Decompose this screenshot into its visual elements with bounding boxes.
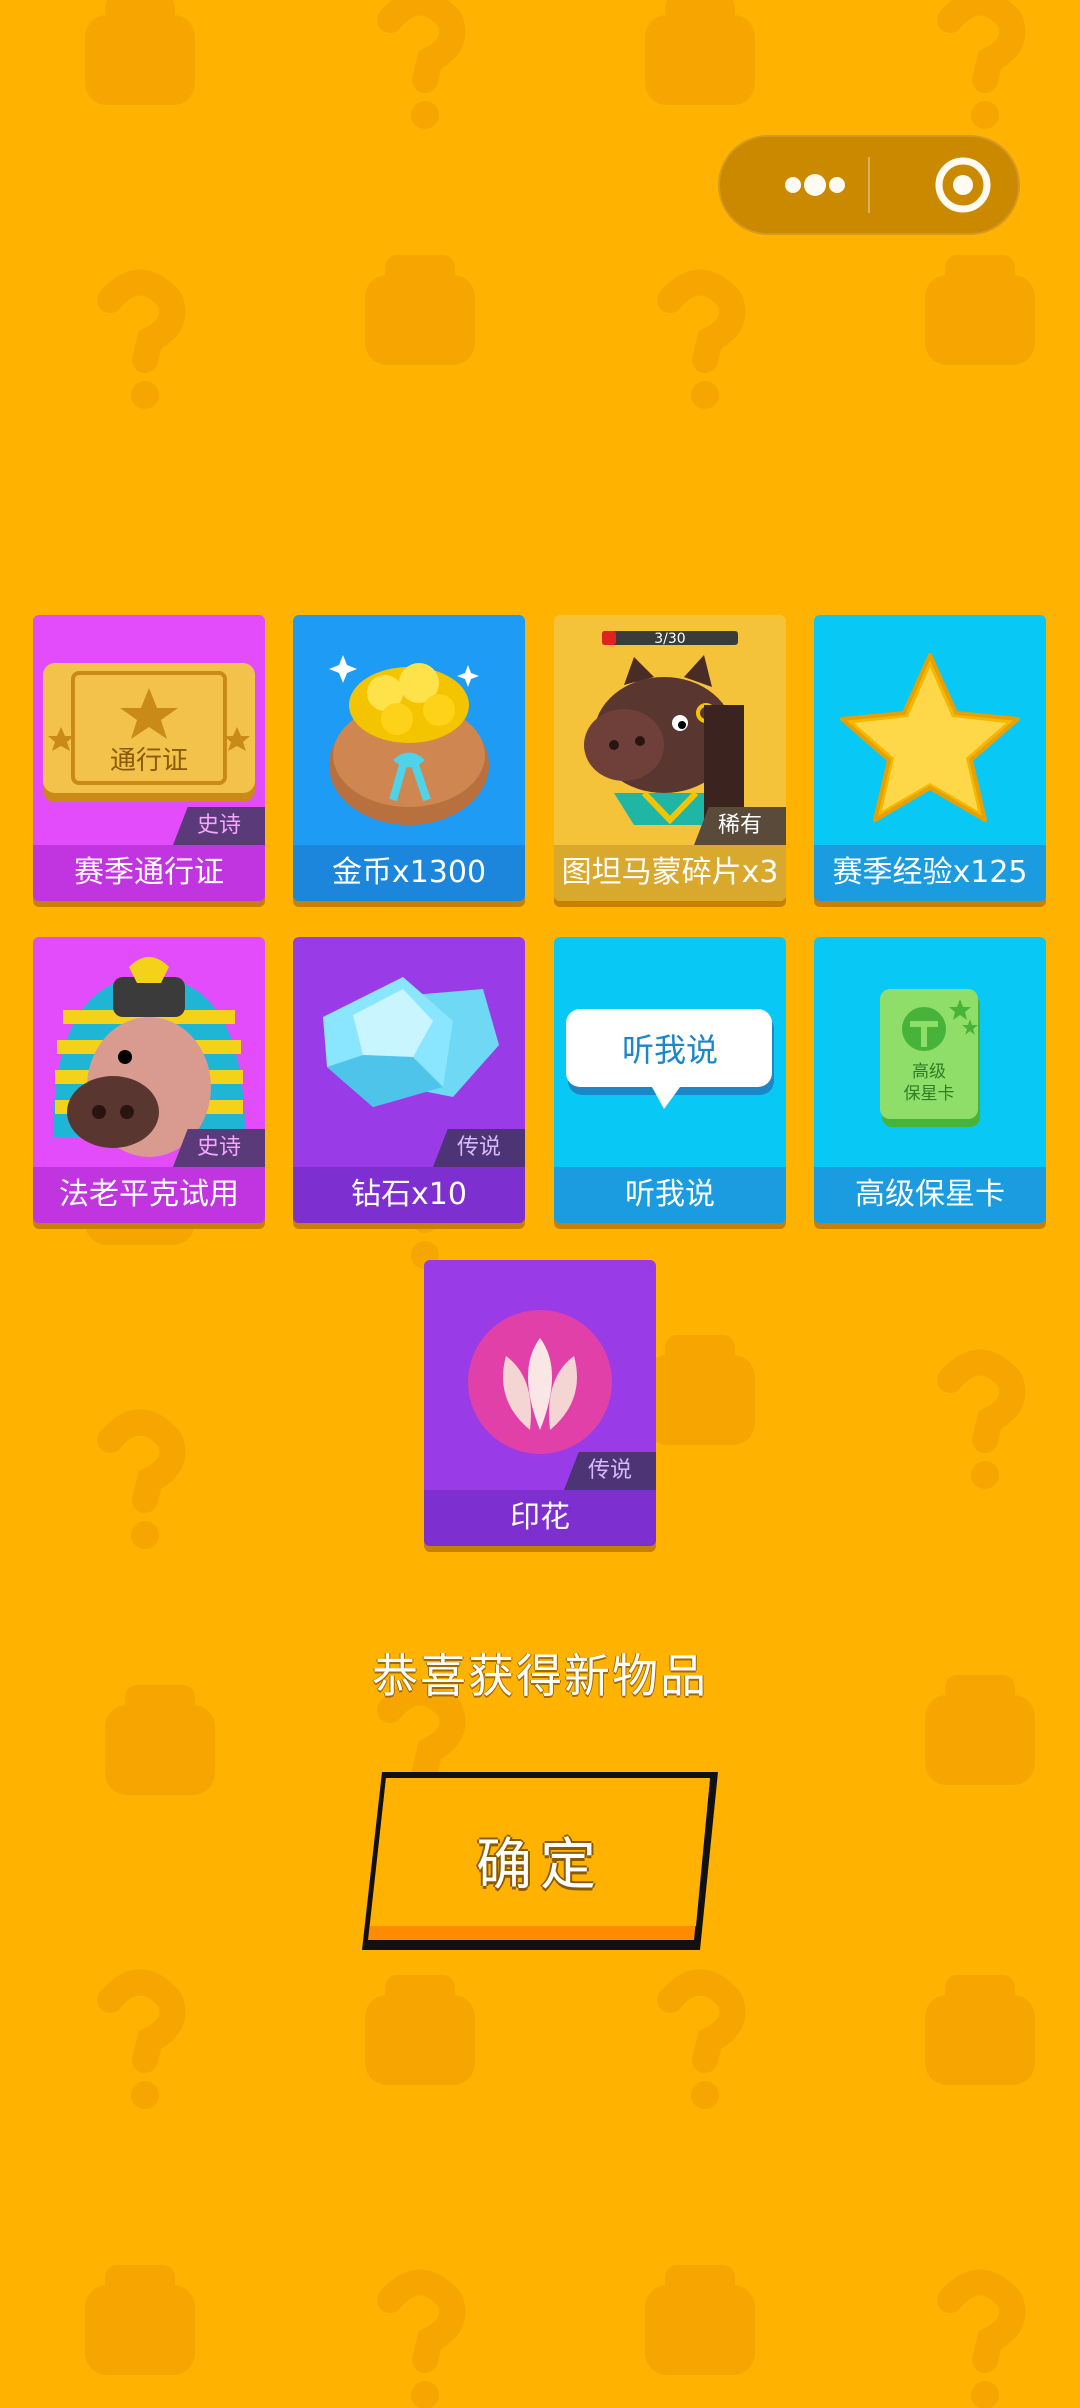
reward-name: 赛季经验x125	[814, 845, 1046, 901]
reward-card: 通行证 史诗 赛季通行证	[33, 615, 265, 901]
rarity-badge: 传说	[564, 1452, 656, 1490]
reward-name: 法老平克试用	[33, 1167, 265, 1223]
rarity-badge: 史诗	[173, 807, 265, 845]
reward-card: 史诗 法老平克试用	[33, 937, 265, 1223]
reward-card: 传说 钻石x10	[293, 937, 525, 1223]
speech-bubble-icon: 听我说	[566, 1009, 774, 1109]
reward-name: 钻石x10	[293, 1167, 525, 1223]
confirm-label: 确定	[476, 1833, 604, 1898]
reward-card: 听我说 听我说	[554, 937, 786, 1223]
reward-name: 金币x1300	[293, 845, 525, 901]
svg-text:3/30: 3/30	[654, 631, 685, 647]
star-protect-card-icon: 高级 保星卡	[880, 989, 980, 1127]
gold-coin-bag-icon	[329, 655, 489, 825]
svg-text:高级: 高级	[912, 1062, 946, 1082]
star-icon	[840, 653, 1020, 822]
svg-text:通行证: 通行证	[110, 746, 188, 776]
rarity-badge: 稀有	[694, 807, 786, 845]
reward-card: 赛季经验x125	[814, 615, 1046, 901]
target-close-icon[interactable]	[908, 135, 1018, 235]
reward-name: 图坦马蒙碎片x3	[554, 845, 786, 901]
more-dots-icon[interactable]	[758, 135, 868, 235]
reward-message: 恭喜获得新物品	[372, 1649, 708, 1703]
reward-card: 传说 印花	[424, 1260, 656, 1546]
rarity-badge: 史诗	[173, 1129, 265, 1167]
mini-program-capsule	[718, 135, 1020, 235]
reward-name: 印花	[424, 1490, 656, 1546]
reward-name: 高级保星卡	[814, 1167, 1046, 1223]
confirm-button[interactable]: 确定	[360, 1770, 720, 1952]
reward-card: 金币x1300	[293, 615, 525, 901]
capsule-divider	[868, 157, 870, 213]
reward-card: 高级 保星卡 高级保星卡	[814, 937, 1046, 1223]
reward-name: 听我说	[554, 1167, 786, 1223]
svg-text:听我说: 听我说	[622, 1031, 718, 1069]
svg-text:保星卡: 保星卡	[904, 1084, 955, 1104]
reward-name: 赛季通行证	[33, 845, 265, 901]
rarity-badge: 传说	[433, 1129, 525, 1167]
reward-card: 3/30 稀有 图坦马蒙碎片x3	[554, 615, 786, 901]
